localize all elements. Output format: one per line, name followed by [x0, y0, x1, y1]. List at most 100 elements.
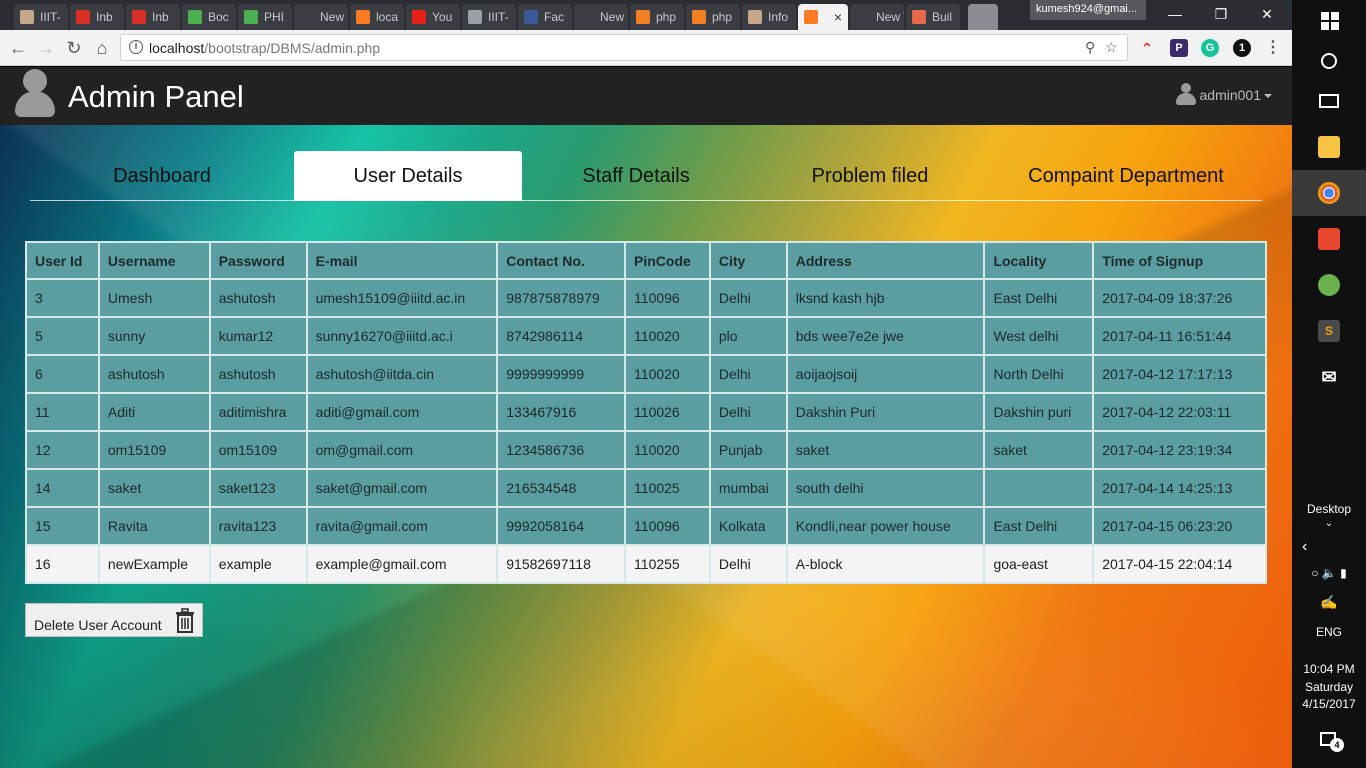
browser-tab-label: php	[656, 10, 677, 24]
close-window-icon[interactable]: ✕	[1244, 0, 1290, 28]
table-row[interactable]: 11 Aditi aditimishra aditi@gmail.com 1334679…	[25, 392, 1267, 432]
extension-one-icon[interactable]: 1	[1233, 39, 1251, 57]
table-cell: Delhi	[708, 544, 788, 584]
app-green-icon	[1318, 274, 1340, 296]
clock-time[interactable]: 10:04 PM	[1292, 662, 1366, 676]
back-icon[interactable]: ←	[6, 36, 30, 60]
action-center-button[interactable]: 4	[1292, 722, 1366, 768]
table-row[interactable]: 16 newExample example example@gmail.com 9158…	[25, 544, 1267, 584]
admin-navbar: Admin Panel admin001	[0, 67, 1292, 125]
extension-p-icon[interactable]: P	[1170, 39, 1188, 57]
tab-list: IIIT- Inb Inb Boc PHI New Ta loca You IIIT- Fac Ne…	[14, 4, 1000, 30]
taskbar-chrome[interactable]	[1292, 170, 1366, 216]
browser-tab[interactable]: Inb	[126, 4, 180, 30]
folder-icon	[1318, 136, 1340, 158]
tab-complaint-department[interactable]: Compaint Department	[990, 151, 1262, 201]
forward-icon[interactable]: →	[34, 36, 58, 60]
browser-tab-label: IIIT-	[40, 10, 61, 24]
table-cell: ashutosh	[97, 354, 211, 394]
table-cell: lksnd kash hjb	[785, 278, 986, 318]
browser-tab[interactable]: IIIT-	[14, 4, 68, 30]
close-tab-icon[interactable]: ×	[834, 4, 842, 30]
table-cell: om@gmail.com	[305, 430, 499, 470]
browser-tab[interactable]: loca	[350, 4, 404, 30]
system-tray-icons[interactable]: ○ 🔈 ▮	[1292, 566, 1366, 580]
table-cell: bds wee7e2e jwe	[785, 316, 986, 356]
table-cell: West delhi	[983, 316, 1095, 356]
table-cell: 5	[25, 316, 100, 356]
browser-tab[interactable]: New Ta	[574, 4, 628, 30]
bookmark-icon	[748, 10, 762, 24]
chevron-left-icon[interactable]: ‹	[1292, 538, 1366, 556]
grammarly-icon[interactable]: G	[1201, 39, 1219, 57]
address-bar[interactable]: i localhost/bootstrap/DBMS/admin.php ⚲ ☆	[120, 34, 1128, 61]
table-row[interactable]: 5 sunny kumar12 sunny16270@iiitd.ac.i 874298…	[25, 316, 1267, 356]
taskbar-app-green[interactable]	[1292, 262, 1366, 308]
browser-tab[interactable]: Info	[742, 4, 796, 30]
home-icon[interactable]: ⌂	[90, 36, 114, 60]
browser-tab-label: PHI	[264, 10, 285, 24]
minimize-icon[interactable]: —	[1152, 0, 1198, 28]
tab-staff-details[interactable]: Staff Details	[522, 151, 750, 201]
table-cell: 6	[25, 354, 100, 394]
language-indicator[interactable]: ENG	[1292, 625, 1366, 639]
clock-date: 4/15/2017	[1302, 697, 1356, 711]
bookmark-star-icon[interactable]: ☆	[1105, 39, 1118, 56]
table-cell: om15109	[208, 430, 308, 470]
browser-tab[interactable]: IIIT-	[462, 4, 516, 30]
browser-tab[interactable]: PHI	[238, 4, 292, 30]
browser-tab[interactable]: Fac	[518, 4, 572, 30]
browser-tab[interactable]: ×	[798, 4, 848, 30]
restore-icon[interactable]: ❐	[1198, 0, 1244, 28]
browser-tab[interactable]: php	[686, 4, 740, 30]
tab-user-details[interactable]: User Details	[294, 151, 522, 201]
site-info-icon[interactable]: i	[129, 40, 143, 54]
browser-tab[interactable]: php	[630, 4, 684, 30]
task-view-button[interactable]	[1292, 80, 1366, 126]
desktop-label[interactable]: Desktop	[1292, 502, 1366, 516]
column-header: Locality	[983, 241, 1095, 280]
profile-chip[interactable]: kumesh924@gmai...	[1030, 0, 1146, 20]
user-dropdown[interactable]: admin001	[1175, 83, 1272, 109]
table-cell: saket@gmail.com	[305, 468, 499, 508]
key-icon[interactable]: ⚲	[1085, 39, 1095, 56]
browser-tab[interactable]: New Ta	[850, 4, 904, 30]
browser-tab[interactable]: New Ta	[294, 4, 348, 30]
new-tab-button[interactable]	[968, 4, 998, 30]
table-cell: 9992058164	[496, 506, 627, 546]
table-cell: ashutosh	[208, 278, 308, 318]
reload-icon[interactable]: ↻	[62, 36, 86, 60]
table-row[interactable]: 6 ashutosh ashutosh ashutosh@iitda.cin 99999…	[25, 354, 1267, 394]
browser-tab[interactable]: Inb	[70, 4, 124, 30]
table-row[interactable]: 15 Ravita ravita123 ravita@gmail.com 9992058…	[25, 506, 1267, 546]
browser-tab[interactable]: You	[406, 4, 460, 30]
user-icon	[1175, 83, 1196, 105]
browser-tab-strip: IIIT- Inb Inb Boc PHI New Ta loca You IIIT- Fac Ne…	[0, 0, 1292, 30]
tab-dashboard[interactable]: Dashboard	[30, 151, 294, 201]
table-cell: saket	[785, 430, 986, 470]
browser-tab-label: IIIT-	[488, 10, 509, 24]
table-cell: ashutosh@iitda.cin	[305, 354, 499, 394]
delete-user-account-button[interactable]: Delete User Account	[25, 603, 203, 637]
taskbar-mail[interactable]: ✉	[1292, 354, 1366, 400]
browser-tab[interactable]: Buil	[906, 4, 960, 30]
taskbar-app-red[interactable]	[1292, 216, 1366, 262]
table-row[interactable]: 3 Umesh ashutosh umesh15109@iiitd.ac.in 9878…	[25, 278, 1267, 318]
tab-problem-filed[interactable]: Problem filed	[750, 151, 990, 201]
taskbar-file-explorer[interactable]	[1292, 124, 1366, 170]
browser-tab-label: Inb	[152, 10, 169, 24]
admin-avatar-icon	[14, 69, 56, 117]
table-cell: 9999999999	[496, 354, 627, 394]
extension-arc-icon[interactable]: ⌃	[1138, 39, 1156, 57]
table-cell: A-block	[785, 544, 986, 584]
url-text[interactable]: localhost/bootstrap/DBMS/admin.php	[149, 40, 380, 56]
pen-icon[interactable]: ✍	[1292, 594, 1366, 611]
browser-tab[interactable]: Boc	[182, 4, 236, 30]
taskbar-sublime[interactable]: S	[1292, 308, 1366, 354]
table-row[interactable]: 14 saket saket123 saket@gmail.com 216534548 1…	[25, 468, 1267, 508]
table-row[interactable]: 12 om15109 om15109 om@gmail.com 1234586736 11…	[25, 430, 1267, 470]
table-cell: south delhi	[785, 468, 986, 508]
chrome-menu-icon[interactable]: ⋮	[1264, 39, 1282, 57]
table-cell: kumar12	[208, 316, 308, 356]
chevron-down-icon[interactable]: ⌄	[1292, 518, 1366, 529]
